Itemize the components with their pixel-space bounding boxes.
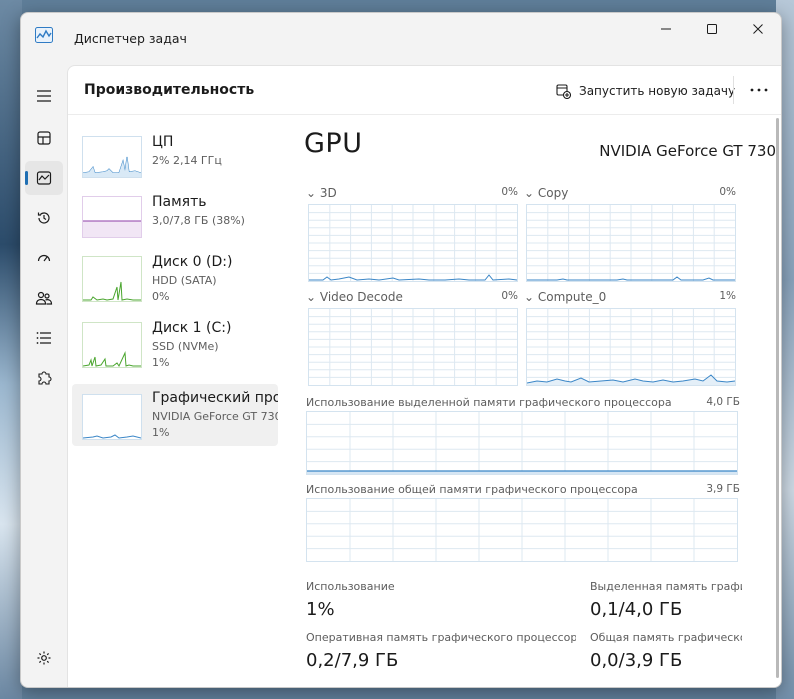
stat-value: 0,2/7,9 ГБ — [306, 650, 399, 671]
run-new-task-button[interactable]: Запустить новую задачу — [556, 80, 735, 102]
memory-thumbnail-graph — [82, 196, 142, 238]
close-icon — [753, 24, 763, 34]
gpu-title: GPU — [304, 128, 363, 159]
nav-startup[interactable] — [25, 241, 63, 275]
shared-memory-max: 3,9 ГБ — [706, 483, 740, 495]
resource-detail: 3,0/7,8 ГБ (38%) — [152, 214, 245, 227]
resource-usage: 0% — [152, 290, 170, 303]
resource-item-disk0[interactable]: Диск 0 (D:) HDD (SATA) 0% — [72, 252, 278, 312]
run-task-icon — [556, 83, 571, 99]
performance-icon — [36, 171, 52, 185]
resource-name: Диск 0 (D:) — [152, 254, 233, 270]
resource-detail: NVIDIA GeForce GT 730 — [152, 410, 278, 423]
engine-label: Copy — [537, 186, 569, 200]
nav-details[interactable] — [25, 321, 63, 355]
window-title: Диспетчер задач — [74, 31, 187, 46]
close-button[interactable] — [735, 13, 781, 45]
list-icon — [36, 332, 51, 344]
engine-label: Compute_0 — [537, 290, 607, 304]
engine-percent: 1% — [719, 290, 736, 302]
disk1-thumbnail-graph — [82, 322, 142, 368]
engine-label: 3D — [319, 186, 337, 200]
shared-memory-graph-area — [306, 498, 738, 562]
maximize-icon — [707, 24, 717, 34]
dedicated-memory-label: Использование выделенной памяти графичес… — [306, 396, 672, 409]
nav-settings[interactable] — [25, 641, 63, 675]
stat-value: 0,1/4,0 ГБ — [590, 599, 683, 620]
engine-percent: 0% — [501, 186, 518, 198]
gpu-model-name: NVIDIA GeForce GT 730 — [599, 142, 776, 160]
puzzle-icon — [38, 371, 52, 385]
stat-label: Оперативная память графического процессо… — [306, 631, 576, 644]
resource-item-gpu[interactable]: Графический про NVIDIA GeForce GT 730 1% — [72, 384, 278, 446]
resource-type: HDD (SATA) — [152, 274, 217, 287]
engine-label: Video Decode — [319, 290, 403, 304]
speedometer-icon — [37, 254, 51, 262]
stat-label: Использование — [306, 580, 395, 593]
resource-name: ЦП — [152, 134, 174, 150]
resource-usage: 1% — [152, 356, 170, 369]
stat-value: 0,0/3,9 ГБ — [590, 650, 683, 671]
engine-selector[interactable]: ⌄ Compute_0 — [524, 290, 606, 304]
nav-performance[interactable] — [25, 161, 63, 195]
engine-selector[interactable]: ⌄ Video Decode — [306, 290, 403, 304]
stat-gpu-ram: Оперативная память графического процессо… — [306, 631, 576, 671]
content-header: Производительность Запустить новую задач… — [68, 66, 781, 115]
resource-name: Память — [152, 194, 207, 210]
vertical-scrollbar[interactable] — [776, 118, 779, 678]
stat-usage: Использование 1% — [306, 580, 576, 620]
resource-item-memory[interactable]: Память 3,0/7,8 ГБ (38%) — [72, 192, 278, 252]
engine-selector[interactable]: ⌄ Copy — [524, 186, 568, 200]
nav-users[interactable] — [25, 281, 63, 315]
gpu-thumbnail-graph — [82, 394, 142, 440]
resource-item-disk1[interactable]: Диск 1 (C:) SSD (NVMe) 1% — [72, 318, 278, 378]
hamburger-icon — [37, 90, 51, 102]
engine-percent: 0% — [719, 186, 736, 198]
disk0-thumbnail-graph — [82, 256, 142, 302]
gear-icon — [37, 651, 51, 665]
resource-name: Диск 1 (C:) — [152, 320, 232, 336]
engine-graph-area — [308, 308, 518, 386]
nav-services[interactable] — [25, 361, 63, 395]
maximize-button[interactable] — [689, 13, 735, 45]
engine-percent: 0% — [501, 290, 518, 302]
stat-shared-memory: Общая память графическо 0,0/3,9 ГБ — [590, 631, 742, 671]
resource-detail: 2% 2,14 ГГц — [152, 154, 222, 167]
cpu-thumbnail-graph — [82, 136, 142, 178]
history-icon — [37, 212, 50, 224]
engine-graph-area — [526, 204, 736, 282]
users-icon — [35, 291, 53, 305]
more-options-button[interactable] — [745, 78, 773, 102]
resource-name: Графический про — [152, 390, 278, 406]
minimize-icon — [661, 28, 671, 30]
desktop-wallpaper-left — [0, 0, 22, 699]
header-divider — [733, 76, 734, 104]
resource-usage: 1% — [152, 426, 170, 439]
stat-label: Выделенная память графич — [590, 580, 742, 593]
shared-memory-label: Использование общей памяти графического … — [306, 483, 638, 496]
engine-graph-area — [526, 308, 736, 386]
title-bar[interactable]: Диспетчер задач — [21, 13, 781, 59]
run-new-task-label: Запустить новую задачу — [579, 84, 736, 98]
engine-graph-area — [308, 204, 518, 282]
page-title: Производительность — [84, 82, 255, 98]
resource-item-cpu[interactable]: ЦП 2% 2,14 ГГц — [72, 132, 278, 192]
engine-selector[interactable]: ⌄ 3D — [306, 186, 337, 200]
task-manager-app-icon — [35, 27, 53, 43]
task-manager-window: Диспетчер задач Производительность Запус… — [20, 12, 782, 688]
processes-icon — [37, 131, 51, 145]
resource-type: SSD (NVMe) — [152, 340, 219, 353]
stat-label: Общая память графическо — [590, 631, 742, 644]
navigation-rail — [21, 59, 67, 687]
content-panel: Производительность Запустить новую задач… — [67, 65, 781, 687]
dedicated-memory-graph-area — [306, 411, 738, 475]
nav-app-history[interactable] — [25, 201, 63, 235]
more-icon — [750, 88, 768, 92]
hamburger-menu-button[interactable] — [25, 79, 63, 113]
nav-processes[interactable] — [25, 121, 63, 155]
minimize-button[interactable] — [643, 13, 689, 45]
dedicated-memory-max: 4,0 ГБ — [706, 396, 740, 408]
stat-dedicated-memory: Выделенная память графич 0,1/4,0 ГБ — [590, 580, 742, 620]
stat-value: 1% — [306, 599, 335, 620]
